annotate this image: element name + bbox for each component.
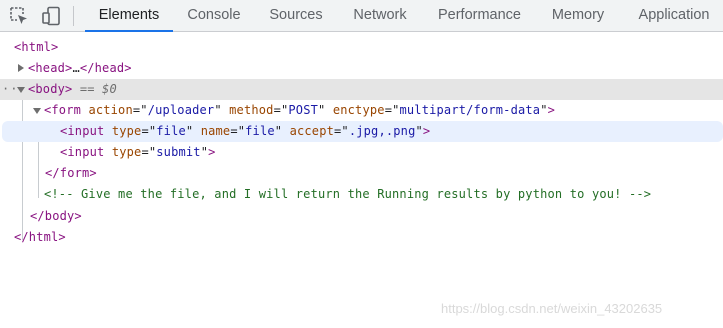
tab-memory[interactable]: Memory bbox=[544, 0, 612, 31]
body-close-tag: </body> bbox=[30, 209, 82, 223]
attr-name: action bbox=[88, 103, 133, 117]
tab-application[interactable]: Application bbox=[628, 0, 720, 31]
form-close-tag: </form> bbox=[45, 166, 97, 180]
attr-value: submit bbox=[156, 145, 201, 159]
dom-node-head[interactable]: <head>…</head> bbox=[0, 58, 723, 79]
dom-node-body[interactable]: ··· <body> == $0 bbox=[0, 79, 723, 100]
attr-value: /uploader bbox=[147, 103, 215, 117]
dom-node-input-file[interactable]: <input type="file" name="file" accept=".… bbox=[2, 121, 723, 142]
tab-console[interactable]: Console bbox=[180, 0, 248, 31]
attr-name: method bbox=[229, 103, 274, 117]
body-open-tag: <body> bbox=[28, 82, 73, 96]
head-open-tag: <head> bbox=[28, 61, 73, 75]
input-tag-name: input bbox=[67, 124, 105, 138]
html-open-tag: <html> bbox=[14, 40, 59, 54]
dom-node-form-close[interactable]: </form> bbox=[0, 163, 723, 184]
dom-node-html[interactable]: <html> bbox=[0, 37, 723, 58]
attr-name: enctype bbox=[332, 103, 385, 117]
attr-name: accept bbox=[289, 124, 335, 138]
attr-name: name bbox=[200, 124, 231, 138]
select-element-icon[interactable] bbox=[9, 6, 29, 26]
devtools-toolbar: Elements Console Sources Network Perform… bbox=[0, 0, 723, 32]
tab-sources[interactable]: Sources bbox=[263, 0, 329, 31]
attr-value: multipart/form-data bbox=[399, 103, 541, 117]
tab-elements[interactable]: Elements bbox=[85, 0, 173, 32]
collapsed-ellipsis[interactable]: … bbox=[72, 61, 79, 75]
input-tag-name: input bbox=[67, 145, 105, 159]
dom-node-input-submit[interactable]: <input type="submit"> bbox=[0, 142, 723, 163]
attr-name: type bbox=[111, 124, 142, 138]
collapse-arrow-icon[interactable] bbox=[33, 108, 41, 114]
attr-value: file bbox=[156, 124, 186, 138]
tab-network[interactable]: Network bbox=[343, 0, 417, 31]
dom-tree: <html> <head>…</head> ··· <body> == $0 <… bbox=[0, 32, 723, 328]
toolbar-divider bbox=[73, 6, 74, 26]
head-close-tag: </head> bbox=[79, 61, 132, 75]
selected-node-marker: == $0 bbox=[79, 82, 117, 96]
dom-node-form[interactable]: <form action="/uploader" method="POST" e… bbox=[0, 100, 723, 121]
html-close-tag: </html> bbox=[14, 230, 66, 244]
expand-arrow-icon[interactable] bbox=[18, 64, 24, 72]
device-toggle-icon[interactable] bbox=[41, 6, 61, 26]
collapse-arrow-icon[interactable] bbox=[17, 87, 25, 93]
dom-node-body-close[interactable]: </body> bbox=[0, 206, 723, 227]
watermark: https://blog.csdn.net/weixin_43202635 bbox=[441, 301, 663, 316]
attr-value: .jpg,.png bbox=[348, 124, 416, 138]
attr-value: file bbox=[245, 124, 275, 138]
attr-value: POST bbox=[288, 103, 319, 117]
dom-node-html-close[interactable]: </html> bbox=[0, 227, 723, 248]
attr-name: type bbox=[111, 145, 142, 159]
tab-performance[interactable]: Performance bbox=[432, 0, 527, 31]
form-tag-name: form bbox=[51, 103, 82, 117]
dom-node-comment[interactable]: <!-- Give me the file, and I will return… bbox=[0, 184, 723, 205]
html-comment: <!-- Give me the file, and I will return… bbox=[44, 187, 652, 201]
